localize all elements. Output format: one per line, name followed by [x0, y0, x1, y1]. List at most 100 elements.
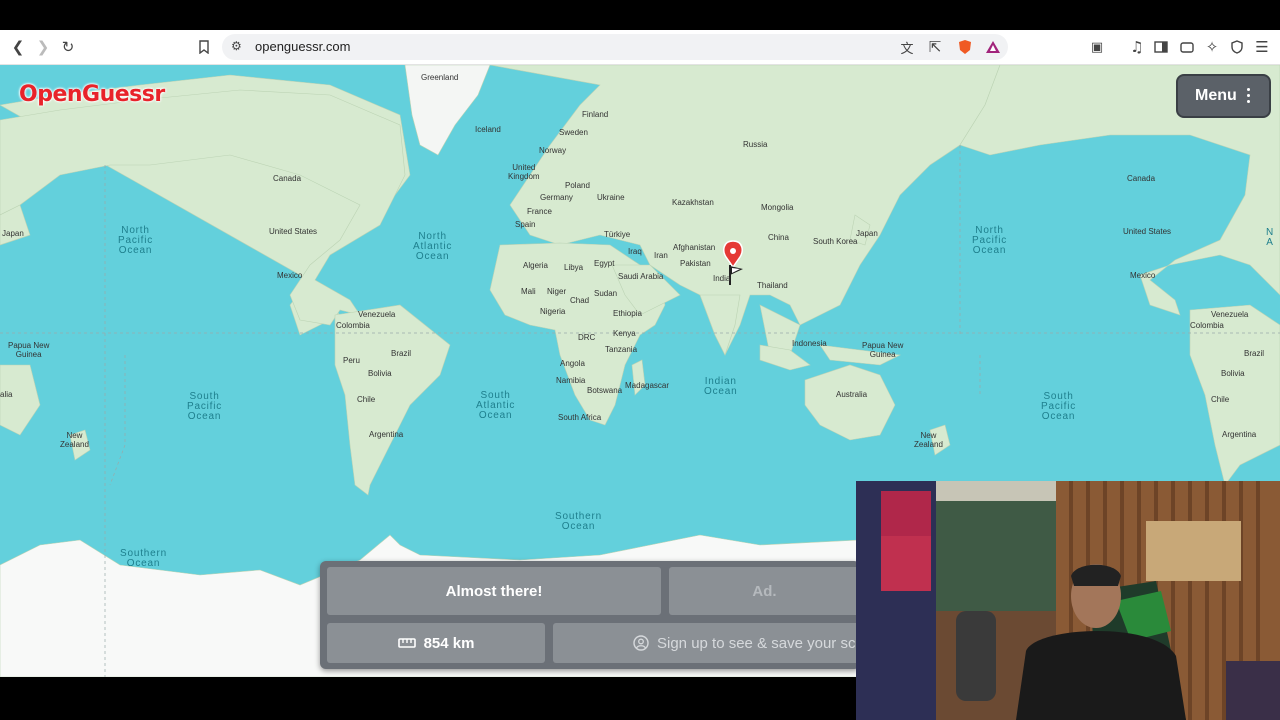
- back-icon[interactable]: ❮: [8, 37, 28, 57]
- label-bolivia-l: Bolivia: [368, 369, 392, 378]
- label-finland: Finland: [582, 110, 609, 119]
- ad-slot[interactable]: Ad.: [669, 567, 860, 615]
- label-algeria: Algeria: [523, 261, 548, 270]
- label-mexico-r: Mexico: [1130, 271, 1156, 280]
- label-spain: Spain: [515, 220, 536, 229]
- distance-display: 854 km: [327, 623, 545, 663]
- label-iran: Iran: [654, 251, 668, 260]
- menu-button[interactable]: Menu: [1176, 74, 1271, 118]
- menu-label: Menu: [1195, 87, 1237, 104]
- label-indian-ocean: Indian Ocean: [704, 376, 738, 397]
- ruler-icon: [397, 638, 416, 648]
- label-chad: Chad: [570, 296, 590, 305]
- result-message-button[interactable]: Almost there!: [327, 567, 661, 615]
- label-sudan: Sudan: [594, 289, 618, 298]
- wallet-icon[interactable]: [1177, 37, 1197, 57]
- label-greenland: Greenland: [421, 73, 459, 82]
- label-papua-new-guinea-r: Papua New Guinea: [862, 341, 904, 359]
- label-bolivia-r: Bolivia: [1221, 369, 1245, 378]
- ad-label: Ad.: [752, 582, 777, 600]
- reader-icon[interactable]: ▣: [1087, 37, 1107, 57]
- label-united-states-l: United States: [269, 227, 318, 236]
- webcam-feed-image: [856, 481, 1280, 720]
- label-kazakhstan: Kazakhstan: [672, 198, 714, 207]
- label-libya: Libya: [564, 263, 584, 272]
- label-norway: Norway: [539, 146, 567, 155]
- label-southern-ocean-l: Southern Ocean: [120, 548, 167, 569]
- label-new-zealand-r: New Zealand: [914, 431, 943, 449]
- label-new-zealand-l: New Zealand: [60, 431, 89, 449]
- label-france: France: [527, 207, 552, 216]
- label-afghanistan: Afghanistan: [673, 243, 716, 252]
- reload-icon[interactable]: ↻: [58, 37, 78, 57]
- vpn-icon[interactable]: [1227, 37, 1247, 57]
- label-south-africa: South Africa: [558, 413, 602, 422]
- label-southern-ocean-m: Southern Ocean: [555, 511, 602, 532]
- user-icon: [633, 635, 649, 651]
- label-china: China: [768, 233, 789, 242]
- menu-icon[interactable]: ☰: [1252, 37, 1272, 57]
- bookmark-icon[interactable]: [194, 37, 214, 57]
- label-north-atlantic: North Atlantic Ocean: [413, 231, 453, 262]
- label-chile-r: Chile: [1211, 395, 1230, 404]
- label-madagascar: Madagascar: [625, 381, 670, 390]
- label-turkiye: Türkiye: [604, 230, 631, 239]
- screen-bottom-bar: [0, 677, 856, 720]
- label-japan-l: Japan: [2, 229, 24, 238]
- brave-shield-icon[interactable]: [955, 37, 975, 57]
- site-settings-icon[interactable]: ⚙: [231, 39, 242, 53]
- browser-toolbar: ❮ ❯ ↻ ⚙ openguessr.com 文 ⇱ ▣ ♫ ✧ ☰: [0, 30, 1280, 65]
- result-message: Almost there!: [445, 582, 543, 600]
- label-mexico-l: Mexico: [277, 271, 303, 280]
- sidebar-icon[interactable]: [1151, 37, 1171, 57]
- label-pakistan: Pakistan: [680, 259, 711, 268]
- label-argentina-r: Argentina: [1222, 430, 1257, 439]
- label-germany: Germany: [540, 193, 573, 202]
- screen-top-bar: [0, 0, 1280, 30]
- label-brazil-r: Brazil: [1244, 349, 1265, 358]
- label-argentina-l: Argentina: [369, 430, 404, 439]
- label-papua-new-guinea-l: Papua New Guinea: [8, 341, 50, 359]
- label-australia-fragment: alia: [0, 390, 13, 399]
- label-ethiopia: Ethiopia: [613, 309, 642, 318]
- label-iraq: Iraq: [628, 247, 642, 256]
- label-north-pacific-r: North Pacific Ocean: [972, 225, 1008, 256]
- label-sweden: Sweden: [559, 128, 588, 137]
- label-india: India: [713, 274, 731, 283]
- label-north-atlantic-edge: N A: [1266, 227, 1275, 248]
- label-united-states-r: United States: [1123, 227, 1172, 236]
- label-colombia-l: Colombia: [336, 321, 370, 330]
- label-poland: Poland: [565, 181, 590, 190]
- label-canada-r: Canada: [1127, 174, 1156, 183]
- label-nigeria: Nigeria: [540, 307, 566, 316]
- label-iceland: Iceland: [475, 125, 501, 134]
- label-venezuela-r: Venezuela: [1211, 310, 1249, 319]
- label-chile-l: Chile: [357, 395, 376, 404]
- address-bar[interactable]: ⚙ openguessr.com: [222, 34, 1008, 60]
- label-australia: Australia: [836, 390, 868, 399]
- label-uk: United Kingdom: [508, 163, 540, 181]
- label-angola: Angola: [560, 359, 585, 368]
- label-indonesia: Indonesia: [792, 339, 827, 348]
- label-japan-r: Japan: [856, 229, 878, 238]
- result-panel: Almost there! Ad. 854 km Sign up to see …: [320, 561, 860, 669]
- label-russia: Russia: [743, 140, 768, 149]
- forward-icon[interactable]: ❯: [33, 37, 53, 57]
- label-south-atlantic: South Atlantic Ocean: [476, 390, 516, 421]
- leo-icon[interactable]: ✧: [1202, 37, 1222, 57]
- label-brazil-l: Brazil: [391, 349, 412, 358]
- label-south-pacific-r: South Pacific Ocean: [1041, 391, 1077, 422]
- label-egypt: Egypt: [594, 259, 615, 268]
- share-icon[interactable]: ⇱: [925, 37, 945, 57]
- openguessr-logo[interactable]: OpenGuessr: [19, 82, 165, 107]
- label-mongolia: Mongolia: [761, 203, 794, 212]
- label-colombia-r: Colombia: [1190, 321, 1224, 330]
- translate-icon[interactable]: 文: [897, 37, 917, 57]
- label-niger: Niger: [547, 287, 567, 296]
- label-saudi-arabia: Saudi Arabia: [618, 272, 664, 281]
- signup-button[interactable]: Sign up to see & save your score: [553, 623, 860, 663]
- brave-rewards-icon[interactable]: [983, 37, 1003, 57]
- media-icon[interactable]: ♫: [1127, 37, 1147, 57]
- url-text[interactable]: openguessr.com: [255, 39, 350, 54]
- label-mali: Mali: [521, 287, 536, 296]
